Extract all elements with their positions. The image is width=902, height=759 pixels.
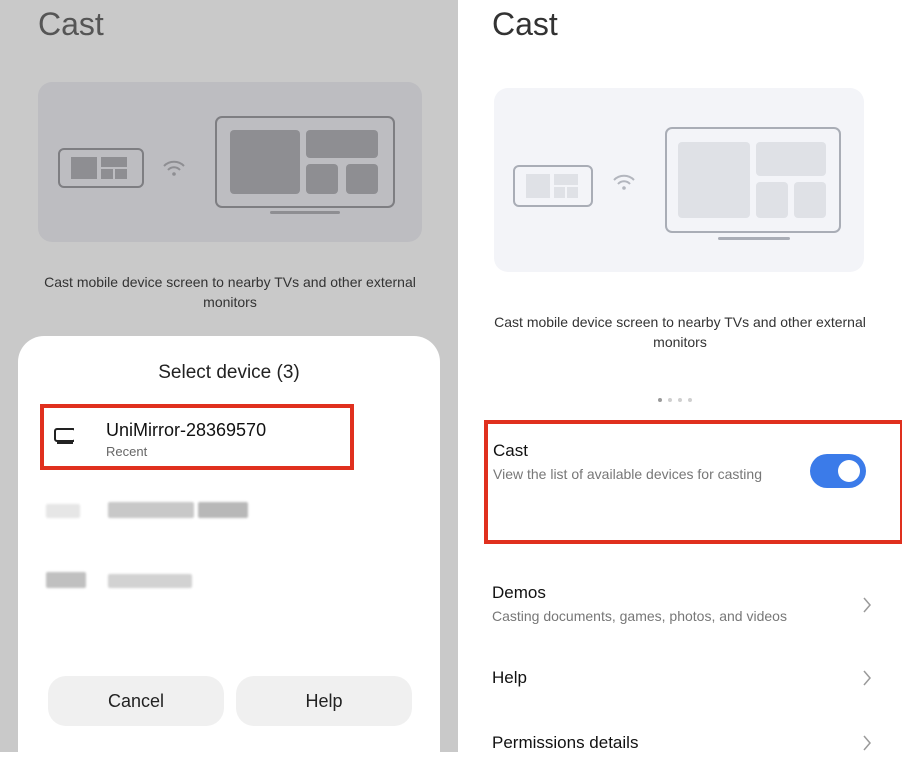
menu-item-help[interactable]: Help	[492, 668, 872, 694]
cast-setting-description: View the list of available devices for c…	[493, 466, 762, 482]
cast-toggle[interactable]	[810, 454, 866, 488]
cast-description: Cast mobile device screen to nearby TVs …	[494, 314, 866, 350]
cast-illustration	[494, 88, 864, 272]
menu-item-label: Demos	[492, 583, 546, 602]
right-screen: Cast Cast mobile device screen to nearby…	[458, 0, 902, 752]
chevron-right-icon	[863, 735, 871, 751]
chevron-right-icon	[863, 597, 871, 613]
cancel-button[interactable]: Cancel	[48, 676, 224, 726]
monitor-icon	[54, 428, 74, 444]
cast-setting-label: Cast	[493, 441, 528, 460]
menu-item-label: Permissions details	[492, 733, 639, 752]
screen-to-tv-illustration	[58, 116, 395, 214]
page-dot	[688, 398, 692, 402]
menu-item-demos[interactable]: Demos Casting documents, games, photos, …	[492, 583, 872, 633]
chevron-right-icon	[863, 670, 871, 686]
select-device-sheet: Select device (3) UniMirror-28369570 Rec…	[18, 336, 440, 752]
device-status: Recent	[106, 444, 148, 459]
page-dot	[668, 398, 672, 402]
device-name: UniMirror-28369570	[106, 420, 267, 440]
menu-item-label: Help	[492, 668, 527, 687]
left-screen: Cast Cast mobile device screen to nearby…	[0, 0, 458, 752]
help-button[interactable]: Help	[236, 676, 412, 726]
device-row-unimirror[interactable]: UniMirror-28369570 Recent	[54, 416, 354, 466]
page-dot-active	[658, 398, 662, 402]
cast-illustration	[38, 82, 422, 242]
toggle-knob	[838, 460, 860, 482]
page-title: Cast	[492, 6, 558, 42]
device-row-blurred[interactable]	[46, 502, 256, 518]
menu-item-permissions[interactable]: Permissions details	[492, 733, 872, 759]
page-title: Cast	[38, 6, 104, 42]
page-indicator	[658, 398, 702, 404]
page-dot	[678, 398, 682, 402]
cast-description: Cast mobile device screen to nearby TVs …	[44, 274, 416, 310]
menu-item-description: Casting documents, games, photos, and vi…	[492, 608, 787, 624]
sheet-title: Select device (3)	[158, 362, 300, 383]
device-row-blurred[interactable]	[46, 572, 256, 588]
screen-to-tv-illustration	[513, 127, 841, 240]
